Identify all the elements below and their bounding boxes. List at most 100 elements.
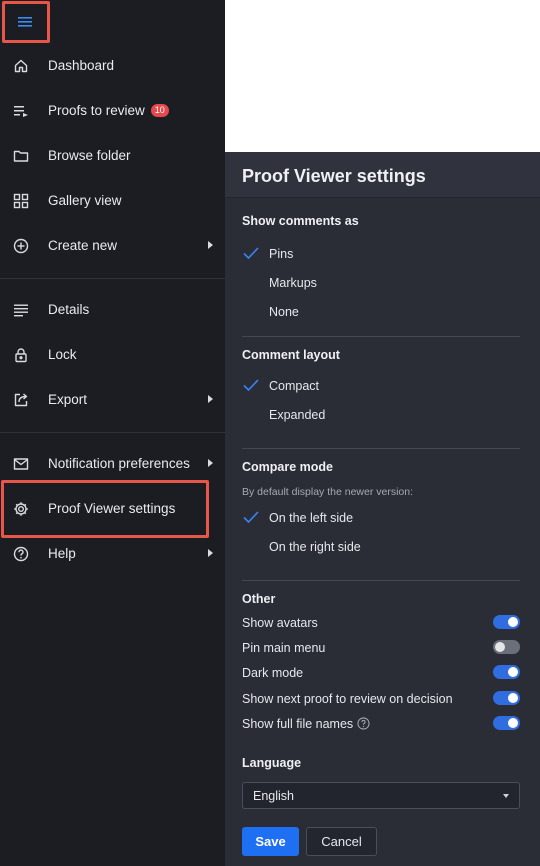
- playlist-icon: [12, 102, 30, 120]
- show-next-proof-toggle[interactable]: [493, 691, 520, 705]
- sidebar: Dashboard Proofs to review 10 Browse fold…: [0, 0, 225, 866]
- option-label: Expanded: [269, 408, 326, 422]
- save-button[interactable]: Save: [242, 827, 299, 856]
- sidebar-item-label: Help: [48, 546, 76, 561]
- dark-mode-toggle[interactable]: [493, 665, 520, 679]
- toggle-knob: [508, 718, 518, 728]
- toggle-label: Show full file names: [242, 717, 354, 731]
- section-title-language: Language: [242, 756, 302, 770]
- pin-main-menu-toggle[interactable]: [493, 640, 520, 654]
- option-label: Compact: [269, 379, 320, 393]
- sidebar-item-label: Create new: [48, 238, 118, 253]
- section-title-compare-mode: Compare mode: [242, 460, 333, 474]
- folder-icon: [12, 147, 30, 165]
- section-divider: [242, 580, 520, 581]
- chevron-down-icon: [503, 794, 509, 798]
- check-icon: [243, 511, 259, 524]
- panel-title: Proof Viewer settings: [242, 166, 426, 186]
- sidebar-item-export[interactable]: Export: [0, 378, 225, 422]
- plus-circle-icon: [12, 237, 30, 255]
- sidebar-item-label: Browse folder: [48, 148, 131, 163]
- option-label: Markups: [269, 276, 317, 290]
- chevron-right-icon: [208, 549, 213, 557]
- language-select[interactable]: English: [242, 782, 520, 809]
- option-label: On the right side: [269, 540, 361, 554]
- cancel-button[interactable]: Cancel: [306, 827, 377, 856]
- toggle-label-wrap: Show full file names: [242, 717, 370, 731]
- sidebar-item-label: Notification preferences: [48, 456, 190, 471]
- option-label: None: [269, 305, 299, 319]
- proof-viewer-settings-panel: Proof Viewer settings Show comments as P…: [225, 152, 540, 866]
- check-icon: [243, 247, 259, 260]
- option-compact[interactable]: Compact: [242, 373, 520, 399]
- sidebar-item-proof-viewer-settings[interactable]: Proof Viewer settings: [0, 487, 225, 531]
- option-left-side[interactable]: On the left side: [242, 505, 520, 531]
- sidebar-item-details[interactable]: Details: [0, 288, 225, 332]
- sidebar-item-notification-preferences[interactable]: Notification preferences: [0, 442, 225, 486]
- export-icon: [12, 391, 30, 409]
- mail-icon: [12, 455, 30, 473]
- sidebar-item-gallery-view[interactable]: Gallery view: [0, 179, 225, 223]
- lock-icon: [12, 346, 30, 364]
- toggle-label: Show avatars: [242, 616, 318, 630]
- language-select-value: English: [253, 789, 294, 803]
- sidebar-item-label: Dashboard: [48, 58, 115, 73]
- help-circle-icon[interactable]: [357, 717, 370, 730]
- check-icon: [243, 379, 259, 392]
- sidebar-item-label-wrap: Proofs to review 10: [48, 103, 169, 118]
- sidebar-item-proofs-to-review[interactable]: Proofs to review 10: [0, 89, 225, 133]
- toggle-knob: [508, 667, 518, 677]
- option-pins[interactable]: Pins: [242, 241, 520, 267]
- sidebar-item-label: Lock: [48, 347, 77, 362]
- toggle-row-show-next-proof: Show next proof to review on decision: [242, 688, 520, 710]
- help-circle-icon: [12, 545, 30, 563]
- section-title-show-comments: Show comments as: [242, 214, 359, 228]
- menu-button[interactable]: [2, 1, 50, 43]
- option-label: Pins: [269, 247, 294, 261]
- option-none[interactable]: None: [242, 299, 520, 325]
- sidebar-item-label: Export: [48, 392, 88, 407]
- sidebar-item-label: Details: [48, 302, 90, 317]
- panel-header: Proof Viewer settings: [225, 152, 540, 198]
- section-divider: [242, 448, 520, 449]
- toggle-row-show-full-file-names: Show full file names: [242, 713, 520, 735]
- sidebar-item-lock[interactable]: Lock: [0, 333, 225, 377]
- option-expanded[interactable]: Expanded: [242, 402, 520, 428]
- option-markups[interactable]: Markups: [242, 270, 520, 296]
- show-full-file-names-toggle[interactable]: [493, 716, 520, 730]
- section-title-comment-layout: Comment layout: [242, 348, 340, 362]
- sidebar-item-browse-folder[interactable]: Browse folder: [0, 134, 225, 178]
- section-divider: [242, 336, 520, 337]
- toggle-row-show-avatars: Show avatars: [242, 612, 520, 634]
- toggle-knob: [508, 617, 518, 627]
- sidebar-item-label: Gallery view: [48, 193, 122, 208]
- option-right-side[interactable]: On the right side: [242, 534, 520, 560]
- hamburger-menu-icon: [18, 17, 32, 27]
- show-avatars-toggle[interactable]: [493, 615, 520, 629]
- lines-icon: [12, 301, 30, 319]
- gear-icon: [12, 500, 30, 518]
- toggle-knob: [508, 693, 518, 703]
- count-badge: 10: [150, 104, 169, 117]
- sidebar-item-label: Proofs to review: [48, 103, 145, 118]
- sidebar-item-dashboard[interactable]: Dashboard: [0, 44, 225, 88]
- chevron-right-icon: [208, 241, 213, 249]
- option-label: On the left side: [269, 511, 354, 525]
- chevron-right-icon: [208, 395, 213, 403]
- toggle-row-dark-mode: Dark mode: [242, 662, 520, 684]
- sidebar-item-help[interactable]: Help: [0, 532, 225, 576]
- grid-icon: [12, 192, 30, 210]
- section-title-other: Other: [242, 592, 276, 606]
- sidebar-divider: [0, 432, 225, 433]
- toggle-knob: [495, 642, 505, 652]
- chevron-right-icon: [208, 459, 213, 467]
- toggle-row-pin-main-menu: Pin main menu: [242, 637, 520, 659]
- sidebar-divider: [0, 278, 225, 279]
- toggle-label: Pin main menu: [242, 641, 326, 655]
- sidebar-item-create-new[interactable]: Create new: [0, 224, 225, 268]
- section-subtitle: By default display the newer version:: [242, 486, 414, 498]
- sidebar-item-label: Proof Viewer settings: [48, 501, 176, 516]
- toggle-label: Show next proof to review on decision: [242, 692, 453, 706]
- home-icon: [12, 57, 30, 75]
- toggle-label: Dark mode: [242, 666, 304, 680]
